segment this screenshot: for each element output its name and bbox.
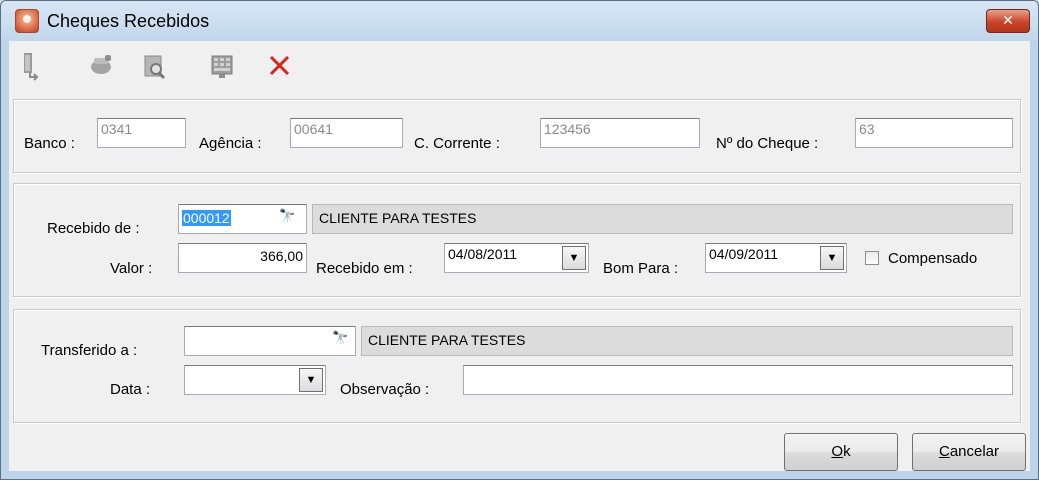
preview-icon[interactable]	[137, 49, 171, 83]
bom-para-value: 04/09/2011	[709, 246, 779, 262]
compensado-label: Compensado	[888, 250, 978, 267]
chevron-down-icon[interactable]: ▼	[299, 368, 323, 392]
recebido-em-datepicker[interactable]: 04/08/2011 ▼	[444, 243, 589, 273]
chevron-down-icon[interactable]: ▼	[820, 246, 844, 270]
conta-field[interactable]: 123456	[540, 118, 700, 148]
numero-cheque-field[interactable]: 63	[855, 118, 1013, 148]
valor-field[interactable]: 366,00	[178, 243, 307, 273]
binoculars-search-icon[interactable]: 🔭	[279, 209, 295, 224]
transferido-code-field[interactable]	[184, 326, 356, 356]
data-label: Data :	[110, 381, 151, 398]
recebido-de-label: Recebido de :	[47, 220, 140, 237]
dialog-client-area: Banco : 0341 Agência : 00641 C. Corrente…	[9, 41, 1030, 471]
ok-label-rest: k	[843, 443, 851, 460]
dialog-window: Cheques Recebidos ✕ Banco: 0341 Agência…	[0, 0, 1039, 480]
observacao-field[interactable]	[463, 365, 1013, 395]
recebimento-group: Recebido de : 000012 🔭 CLIENTE PARA TEST…	[13, 183, 1021, 297]
numero-cheque-label: Nº do Cheque :	[716, 135, 819, 152]
close-button[interactable]: ✕	[986, 9, 1030, 33]
binoculars-search-icon[interactable]: 🔭	[332, 331, 348, 346]
banco-field[interactable]: 0341	[97, 118, 186, 148]
transferido-label: Transferido a :	[41, 342, 138, 359]
title-bar[interactable]: Cheques Recebidos ✕	[1, 1, 1038, 41]
cheque-group: Banco : 0341 Agência : 00641 C. Corrente…	[13, 99, 1021, 173]
recebido-em-label: Recebido em :	[316, 260, 413, 277]
cancel-mnemonic: C	[938, 443, 950, 460]
hand-icon[interactable]	[85, 49, 119, 83]
cancel-button[interactable]: Cancelar	[912, 433, 1026, 471]
recebido-em-value: 04/08/2011	[448, 246, 518, 262]
chevron-down-icon[interactable]: ▼	[562, 246, 586, 270]
bom-para-datepicker[interactable]: 04/09/2011 ▼	[705, 243, 847, 273]
banco-label: Banco :	[24, 135, 75, 152]
compensado-checkbox[interactable]	[865, 251, 879, 265]
conta-label: C. Corrente :	[414, 135, 500, 152]
data-datepicker[interactable]: ▼	[184, 365, 326, 395]
agencia-field[interactable]: 00641	[290, 118, 403, 148]
transferencia-group: Transferido a : 🔭 CLIENTE PARA TESTES Da…	[13, 309, 1021, 423]
exit-door-icon[interactable]	[13, 49, 47, 83]
toolbar	[9, 49, 409, 85]
ok-mnemonic: O	[831, 443, 844, 460]
ok-button[interactable]: Ok	[784, 433, 898, 471]
delete-x-icon[interactable]	[263, 49, 297, 83]
keyboard-icon[interactable]	[205, 49, 239, 83]
cancel-label-rest: ancelar	[949, 443, 1000, 460]
bom-para-label: Bom Para :	[603, 260, 679, 277]
app-icon	[15, 9, 39, 33]
agencia-label: Agência :	[199, 135, 262, 152]
window-title: Cheques Recebidos	[47, 11, 210, 31]
recebido-de-name-field: CLIENTE PARA TESTES	[312, 204, 1013, 234]
valor-label: Valor :	[110, 260, 153, 277]
observacao-label: Observação :	[340, 381, 430, 398]
recebido-de-code-text: 000012	[182, 210, 231, 226]
transferido-name-field: CLIENTE PARA TESTES	[361, 326, 1013, 356]
